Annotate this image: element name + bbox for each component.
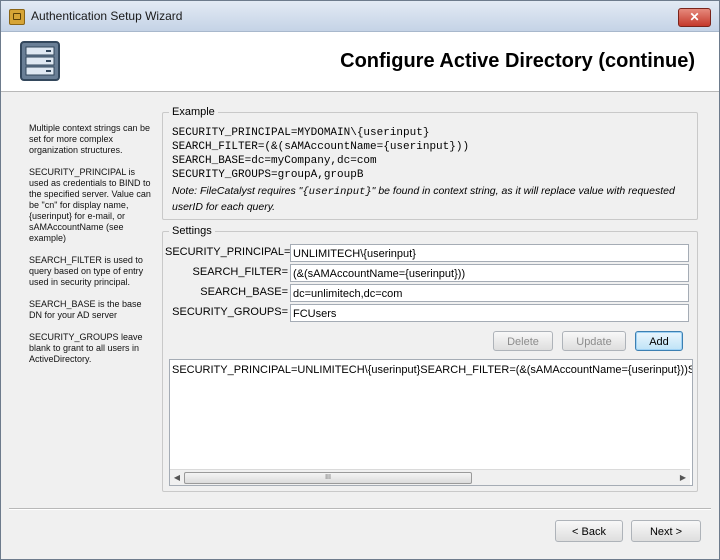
close-button[interactable]: ✕	[678, 8, 711, 27]
search-base-field[interactable]: dc=unlimitech,dc=com	[290, 284, 689, 302]
lock-icon	[9, 9, 25, 25]
help-paragraph: SEARCH_BASE is the base DN for your AD s…	[29, 299, 142, 320]
footer-divider	[9, 508, 711, 510]
page-title: Configure Active Directory (continue)	[340, 50, 695, 72]
context-string-entry[interactable]: SECURITY_PRINCIPAL=UNLIMITECH\{userinput…	[172, 364, 692, 376]
settings-legend: Settings	[169, 225, 215, 237]
wizard-window: Authentication Setup Wizard ✕ Configure …	[0, 0, 720, 560]
example-group: Example SECURITY_PRINCIPAL=MYDOMAIN\{use…	[162, 106, 698, 220]
help-paragraph: SECURITY_PRINCIPAL is used as credential…	[29, 167, 151, 243]
example-line: SECURITY_GROUPS=groupA,groupB	[172, 169, 364, 181]
scroll-right-icon[interactable]: ▶	[676, 470, 690, 485]
example-line: SECURITY_PRINCIPAL=MYDOMAIN\{userinput}	[172, 127, 430, 139]
context-string-list[interactable]: SECURITY_PRINCIPAL=UNLIMITECH\{userinput…	[169, 359, 693, 486]
example-legend: Example	[169, 106, 218, 118]
scroll-thumb[interactable]: III	[184, 472, 472, 484]
search-filter-field[interactable]: (&(sAMAccountName={userinput}))	[290, 264, 689, 282]
note-prefix: Note: FileCatalyst requires "	[172, 185, 303, 197]
settings-group: Settings SECURITY_PRINCIPAL= UNLIMITECH\…	[162, 225, 698, 492]
security-principal-field[interactable]: UNLIMITECH\{userinput}	[290, 244, 689, 262]
back-button[interactable]: < Back	[555, 520, 623, 542]
example-line: SEARCH_FILTER=(&(sAMAccountName={userinp…	[172, 141, 470, 153]
update-button[interactable]: Update	[562, 331, 626, 351]
security-principal-label: SECURITY_PRINCIPAL=	[165, 246, 291, 258]
search-base-label: SEARCH_BASE=	[200, 286, 288, 298]
help-paragraph: SEARCH_FILTER is used to query based on …	[29, 255, 144, 287]
search-filter-label: SEARCH_FILTER=	[192, 266, 288, 278]
help-paragraph: Multiple context strings can be set for …	[29, 123, 151, 155]
wizard-banner: Configure Active Directory (continue)	[1, 32, 719, 92]
title-bar[interactable]: Authentication Setup Wizard ✕	[1, 1, 719, 32]
delete-button[interactable]: Delete	[493, 331, 553, 351]
server-rack-icon	[20, 41, 60, 81]
add-button[interactable]: Add	[635, 331, 683, 351]
security-groups-field[interactable]: FCUsers	[290, 304, 689, 322]
help-panel: Multiple context strings can be set for …	[29, 123, 153, 376]
note-code: {userinput}	[302, 186, 372, 198]
scroll-left-icon[interactable]: ◀	[170, 470, 184, 485]
next-button[interactable]: Next >	[631, 520, 701, 542]
help-paragraph: SECURITY_GROUPS leave blank to grant to …	[29, 332, 143, 364]
example-note: Note: FileCatalyst requires "{userinput}…	[172, 184, 682, 215]
horizontal-scrollbar[interactable]: ◀ III ▶	[170, 469, 690, 485]
security-groups-label: SECURITY_GROUPS=	[172, 306, 288, 318]
window-title: Authentication Setup Wizard	[31, 9, 183, 23]
example-line: SEARCH_BASE=dc=myCompany,dc=com	[172, 155, 377, 167]
